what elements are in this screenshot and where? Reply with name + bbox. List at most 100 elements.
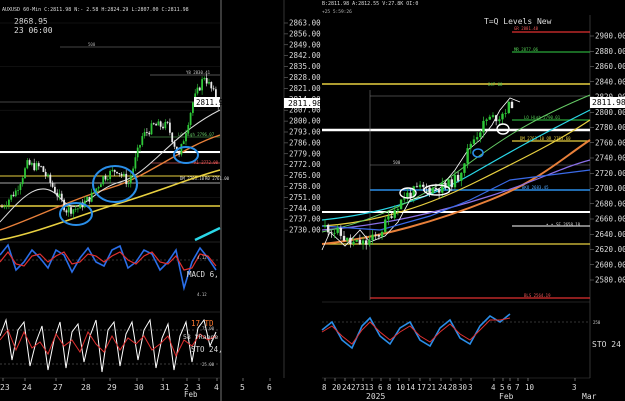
left-candle — [77, 208, 79, 210]
right-candle — [330, 232, 333, 234]
left-candle — [201, 79, 203, 91]
left-candle — [173, 142, 176, 147]
right-title: T=Q Levels New — [484, 17, 552, 26]
right-price-tick: 2840.00 — [595, 77, 625, 86]
right-candle — [323, 225, 327, 227]
right-x-tick: 27 — [351, 383, 360, 392]
left-x-tick: 4 — [214, 383, 219, 392]
right-candle — [352, 241, 355, 245]
right-candle — [333, 232, 336, 234]
right-candle — [479, 132, 482, 138]
right-candle — [342, 235, 346, 241]
right-candle — [384, 219, 387, 232]
left-candle — [74, 208, 77, 210]
right-candle — [409, 192, 412, 198]
right-candle — [380, 231, 384, 237]
right-x-tick: 3 — [468, 383, 473, 392]
right-candle — [453, 174, 457, 188]
left-candle — [31, 163, 33, 165]
right-candle — [431, 188, 434, 193]
left-candle — [113, 169, 116, 172]
left-price-tick: 2828.00 — [289, 73, 321, 82]
right-note-gr: GR 2881.48 — [514, 26, 539, 31]
left-candle — [205, 78, 208, 84]
right-x-tick: 10 — [396, 383, 406, 392]
right-candle — [475, 137, 479, 140]
right-candle — [472, 139, 476, 144]
left-candle — [56, 192, 59, 197]
left-candle — [150, 123, 153, 135]
left-candle — [185, 133, 187, 142]
right-candle — [428, 187, 431, 193]
right-price-tick: 2660.00 — [595, 215, 625, 224]
left-price-label: 2868.95 — [14, 17, 48, 26]
left-candle — [139, 144, 141, 148]
right-candle — [345, 237, 349, 241]
right-x-tick: 6 — [507, 383, 512, 392]
left-candle — [102, 175, 105, 185]
left-candle — [72, 209, 75, 214]
right-year-label: 2025 — [366, 392, 385, 401]
left-price-tick: 2730.00 — [289, 226, 321, 235]
right-note-lohigh: LO High 2790.01 — [524, 115, 561, 120]
left-x-tick: 31 — [160, 383, 170, 392]
right-x-tick: 3 — [369, 383, 374, 392]
right-candle — [441, 182, 444, 193]
left-candle — [192, 102, 194, 113]
left-candle — [125, 173, 128, 185]
right-x-tick: 4 — [491, 383, 496, 392]
left-price-tick: 2786.00 — [289, 138, 321, 147]
left-candle — [21, 178, 24, 185]
left-candle — [136, 147, 139, 158]
right-candle — [507, 101, 511, 114]
left-candle — [19, 184, 22, 191]
left-x-tick: 29 — [107, 383, 117, 392]
right-candle — [469, 143, 472, 149]
left-candle — [49, 174, 52, 183]
left-candle — [123, 173, 125, 176]
right-candle — [349, 237, 352, 245]
left-x-tick: 27 — [53, 383, 63, 392]
right-price-tick: 2580.00 — [595, 276, 625, 285]
left-candle — [141, 136, 144, 145]
right-candle — [399, 199, 403, 210]
right-candle — [460, 172, 463, 181]
left-macd-value: 4.12 — [197, 255, 207, 260]
right-price-tick: 2860.00 — [595, 62, 625, 71]
right-mar-label: Mar — [582, 392, 597, 401]
right-candle — [491, 115, 495, 117]
right-candle — [377, 235, 381, 237]
left-price-tick: 2758.00 — [289, 182, 321, 191]
right-price-tick: 2900.00 — [595, 32, 625, 41]
left-month-label: Feb — [184, 390, 198, 399]
left-x-tick: 6 — [267, 383, 272, 392]
left-candle — [116, 171, 118, 174]
left-candle — [8, 199, 10, 206]
right-month-label: Feb — [499, 392, 514, 401]
left-candle — [58, 193, 61, 197]
right-osc-level-label: 250 — [593, 320, 601, 325]
right-candle — [339, 227, 343, 236]
right-price-tick: 2720.00 — [595, 169, 625, 178]
left-candle — [26, 160, 29, 169]
right-sto-label: STO 24 — [592, 340, 621, 349]
left-candle — [166, 121, 169, 123]
left-candle — [67, 207, 70, 213]
left-candle — [24, 168, 26, 179]
left-candle — [5, 205, 8, 207]
right-x-tick: 31 — [360, 383, 369, 392]
left-candle — [42, 166, 45, 172]
left-price-tick: 2800.00 — [289, 117, 321, 126]
right-candle — [361, 240, 365, 245]
right-x-tick: 8 — [387, 383, 392, 392]
left-candle — [14, 190, 17, 197]
right-x-tick: 3 — [572, 383, 577, 392]
left-candle — [10, 194, 13, 200]
right-candle — [368, 240, 371, 245]
right-candle — [355, 239, 358, 242]
right-candle — [374, 234, 377, 236]
right-note-bls: BLS 2564.19 — [524, 293, 551, 298]
left-sto-label: STO 24, — [191, 345, 223, 354]
right-x-tick: 28 — [448, 383, 458, 392]
left-price-tick: 2842.00 — [289, 51, 321, 60]
